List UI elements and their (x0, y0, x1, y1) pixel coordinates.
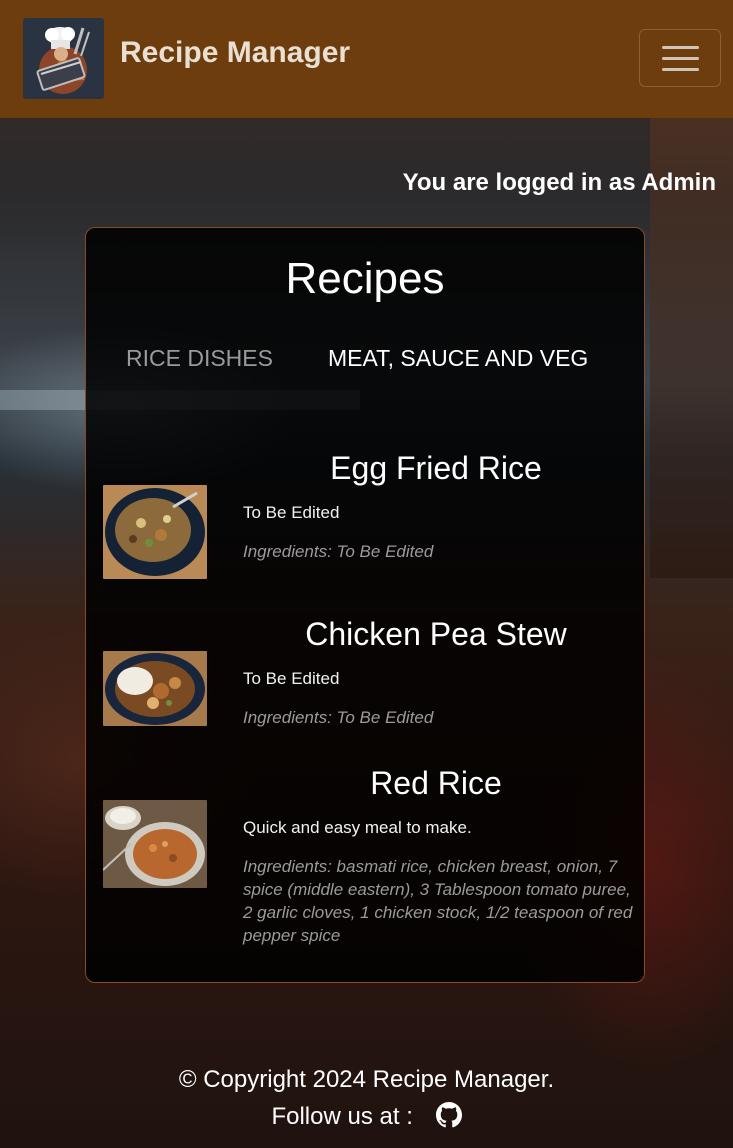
recipe-ingredients: Ingredients: To Be Edited (243, 542, 434, 561)
tab-rice-dishes[interactable]: RICE DISHES (126, 345, 273, 372)
recipe-image[interactable] (103, 485, 207, 579)
copyright-text: © Copyright 2024 Recipe Manager. (178, 1066, 555, 1093)
recipes-title: Recipes (285, 254, 445, 303)
chicken-pea-stew-photo (103, 651, 207, 726)
logo-graphic (23, 18, 104, 99)
recipe-image[interactable] (103, 800, 207, 888)
chef-hat-logo-icon[interactable] (23, 18, 104, 99)
footer: © Copyright 2024 Recipe Manager. Follow … (0, 1066, 733, 1131)
brand-title[interactable]: Recipe Manager (120, 36, 350, 70)
recipe-name[interactable]: Chicken Pea Stew (236, 616, 636, 653)
recipes-card: Recipes RICE DISHES MEAT, SAUCE AND VEG … (85, 227, 645, 983)
github-icon-graphic (435, 1102, 462, 1128)
recipe-name[interactable]: Egg Fried Rice (236, 450, 636, 487)
recipe-description: Quick and easy meal to make. (243, 818, 472, 837)
hamburger-menu-icon-bar (662, 68, 699, 71)
github-icon[interactable] (435, 1102, 462, 1128)
tab-meat-sauce-veg[interactable]: MEAT, SAUCE AND VEG (328, 345, 588, 372)
hamburger-menu-icon-bar (662, 57, 699, 60)
recipe-ingredients: Ingredients: basmati rice, chicken breas… (243, 857, 633, 945)
navbar: Recipe Manager (0, 0, 733, 118)
recipe-name[interactable]: Red Rice (236, 765, 636, 802)
recipe-ingredients: Ingredients: To Be Edited (243, 708, 434, 727)
recipe-description: To Be Edited (243, 669, 340, 688)
follow-us-row: Follow us at : (0, 1102, 733, 1131)
red-rice-photo (103, 800, 207, 888)
login-status: You are logged in as Admin (402, 169, 716, 196)
egg-fried-rice-photo (103, 485, 207, 579)
follow-us-label: Follow us at : (271, 1103, 413, 1130)
hamburger-menu-icon (662, 46, 699, 49)
recipe-description: To Be Edited (243, 503, 340, 522)
recipe-image[interactable] (103, 651, 207, 726)
hamburger-menu-button[interactable] (639, 29, 721, 87)
